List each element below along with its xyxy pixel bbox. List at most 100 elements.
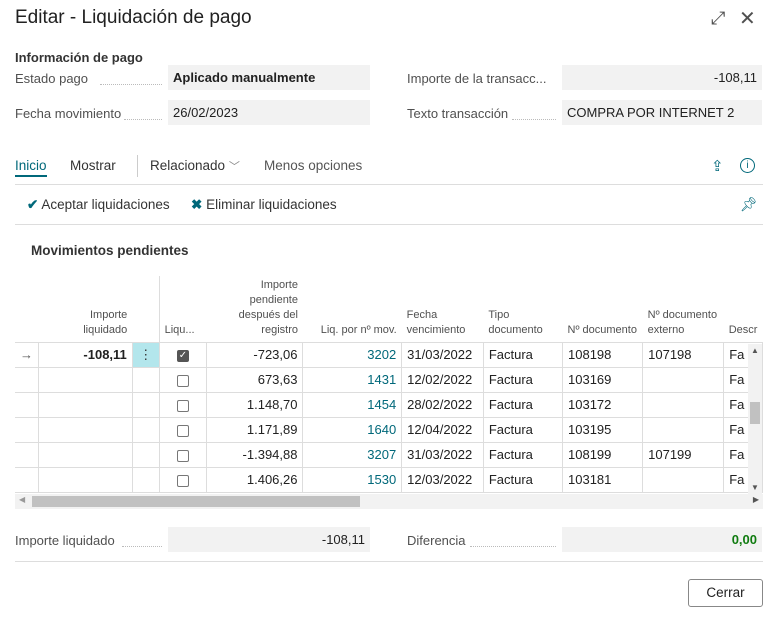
checkbox[interactable] (176, 449, 189, 462)
scroll-down-icon[interactable]: ▼ (751, 483, 759, 492)
liq-checkbox[interactable]: ✓ (159, 342, 208, 368)
divider (122, 546, 162, 547)
doc-cell: 103172 (562, 392, 644, 418)
tab-inicio[interactable]: Inicio (15, 158, 47, 177)
header-liq-mov[interactable]: Liq. por nº mov. (302, 276, 402, 343)
diferencia-field: 0,00 (562, 527, 762, 552)
importe-label: Importe de la transacc... (407, 71, 547, 86)
table-row[interactable]: 1.171,89 1640 12/04/2022 Factura 103195 Fa (15, 417, 763, 443)
scrollbar-thumb[interactable] (32, 496, 360, 507)
table-row[interactable]: → -108,11 ⋮ ✓ -723,06 3202 31/03/2022 Factura 10… (15, 342, 763, 368)
divider (15, 561, 763, 562)
row-indicator[interactable] (15, 367, 39, 393)
table-row[interactable]: 673,63 1431 12/02/2022 Factura 103169 Fa (15, 367, 763, 393)
tipo-cell: Factura (483, 342, 564, 368)
liq-mov-link[interactable]: 1640 (302, 417, 403, 443)
liq-checkbox[interactable] (159, 392, 208, 418)
liq-checkbox[interactable] (159, 367, 208, 393)
header-liq[interactable]: Liqu... (159, 276, 207, 343)
scroll-up-icon[interactable]: ▲ (751, 346, 759, 355)
header-importe-liquidado[interactable]: Importe liquidado (38, 276, 133, 343)
importe-liquidado-cell[interactable] (38, 467, 133, 493)
row-menu[interactable] (132, 467, 160, 493)
row-indicator[interactable] (15, 392, 39, 418)
dialog-title: Editar - Liquidación de pago (15, 7, 252, 28)
fecha-cell: 12/03/2022 (401, 467, 484, 493)
info-icon[interactable]: i (740, 158, 755, 173)
header-desc[interactable]: Descr (723, 276, 763, 343)
scroll-left-icon[interactable]: ◀ (19, 495, 25, 504)
doc-cell: 108199 (562, 442, 644, 468)
liq-mov-link[interactable]: 3207 (302, 442, 403, 468)
importe-pendiente-cell: 1.171,89 (206, 417, 304, 443)
header-tipo[interactable]: Tipo documento (483, 276, 563, 343)
table-row[interactable]: -1.394,88 3207 31/03/2022 Factura 108199 1071… (15, 442, 763, 468)
arrow-right-icon: → (20, 347, 33, 362)
pin-icon[interactable]: 📌︎ (740, 196, 758, 213)
checkbox[interactable] (176, 399, 189, 412)
row-menu[interactable] (132, 392, 160, 418)
importe-liquidado-cell[interactable] (38, 367, 133, 393)
table-row[interactable]: 1.406,26 1530 12/03/2022 Factura 103181 Fa (15, 467, 763, 493)
scrollbar-thumb[interactable] (750, 402, 760, 424)
divider (15, 224, 763, 225)
fecha-cell: 12/02/2022 (401, 367, 484, 393)
expand-icon[interactable]: ⤢ (711, 8, 725, 29)
doc-ext-cell: 107198 (642, 342, 725, 368)
liq-mov-link[interactable]: 1431 (302, 367, 403, 393)
tipo-cell: Factura (483, 442, 564, 468)
close-button[interactable]: Cerrar (688, 579, 763, 607)
grid-title: Movimientos pendientes (31, 243, 189, 258)
tab-mostrar[interactable]: Mostrar (70, 158, 116, 173)
footer-importe-field: -108,11 (168, 527, 370, 552)
tab-relacionado[interactable]: Relacionado ﹀ (150, 158, 240, 174)
doc-ext-cell (642, 367, 725, 393)
row-menu[interactable] (132, 417, 160, 443)
header-fecha[interactable]: Fecha vencimiento (401, 276, 484, 343)
accept-label: Aceptar liquidaciones (41, 197, 170, 212)
row-indicator[interactable] (15, 467, 39, 493)
importe-liquidado-cell[interactable] (38, 442, 133, 468)
header-doc[interactable]: Nº documento (562, 276, 643, 343)
tab-label: Relacionado (150, 158, 226, 173)
divider (137, 155, 138, 177)
header-select (15, 276, 39, 343)
checkbox[interactable] (176, 374, 189, 387)
entries-grid: Importe liquidado Liqu... Importe pendie… (15, 276, 763, 494)
more-options-icon: ⋮ (139, 346, 153, 362)
liq-mov-link[interactable]: 1530 (302, 467, 403, 493)
horizontal-scrollbar[interactable]: ◀ ▶ (15, 494, 763, 509)
remove-button[interactable]: ✖ Eliminar liquidaciones (191, 197, 337, 213)
scroll-right-icon[interactable]: ▶ (753, 495, 759, 504)
close-icon[interactable]: ✕ (739, 6, 756, 31)
footer-importe-label: Importe liquidado (15, 533, 115, 548)
share-icon[interactable]: ⇪ (711, 157, 724, 175)
liq-mov-link[interactable]: 3202 (302, 342, 403, 368)
vertical-scrollbar[interactable]: ▲ ▼ (748, 344, 762, 494)
row-indicator[interactable]: → (15, 342, 39, 368)
row-indicator[interactable] (15, 442, 39, 468)
importe-liquidado-cell[interactable] (38, 417, 133, 443)
liq-mov-link[interactable]: 1454 (302, 392, 403, 418)
row-indicator[interactable] (15, 417, 39, 443)
doc-cell: 103181 (562, 467, 644, 493)
accept-button[interactable]: ✔ Aceptar liquidaciones (27, 197, 170, 213)
importe-liquidado-cell[interactable] (38, 392, 133, 418)
row-menu[interactable] (132, 442, 160, 468)
table-row[interactable]: 1.148,70 1454 28/02/2022 Factura 103172 Fa (15, 392, 763, 418)
header-importe-pendiente[interactable]: Importe pendiente después del registro (206, 276, 303, 343)
header-doc-ext[interactable]: Nº documento externo (642, 276, 724, 343)
doc-ext-cell (642, 467, 725, 493)
liq-checkbox[interactable] (159, 417, 208, 443)
row-menu[interactable]: ⋮ (132, 342, 160, 368)
x-icon: ✖ (191, 197, 203, 212)
checkbox[interactable] (176, 474, 189, 487)
checkbox[interactable] (176, 424, 189, 437)
liq-checkbox[interactable] (159, 467, 208, 493)
liq-checkbox[interactable] (159, 442, 208, 468)
importe-liquidado-cell[interactable]: -108,11 (38, 342, 133, 368)
checkbox[interactable]: ✓ (176, 349, 189, 362)
tipo-cell: Factura (483, 417, 564, 443)
row-menu[interactable] (132, 367, 160, 393)
tab-menos-opciones[interactable]: Menos opciones (264, 158, 362, 173)
